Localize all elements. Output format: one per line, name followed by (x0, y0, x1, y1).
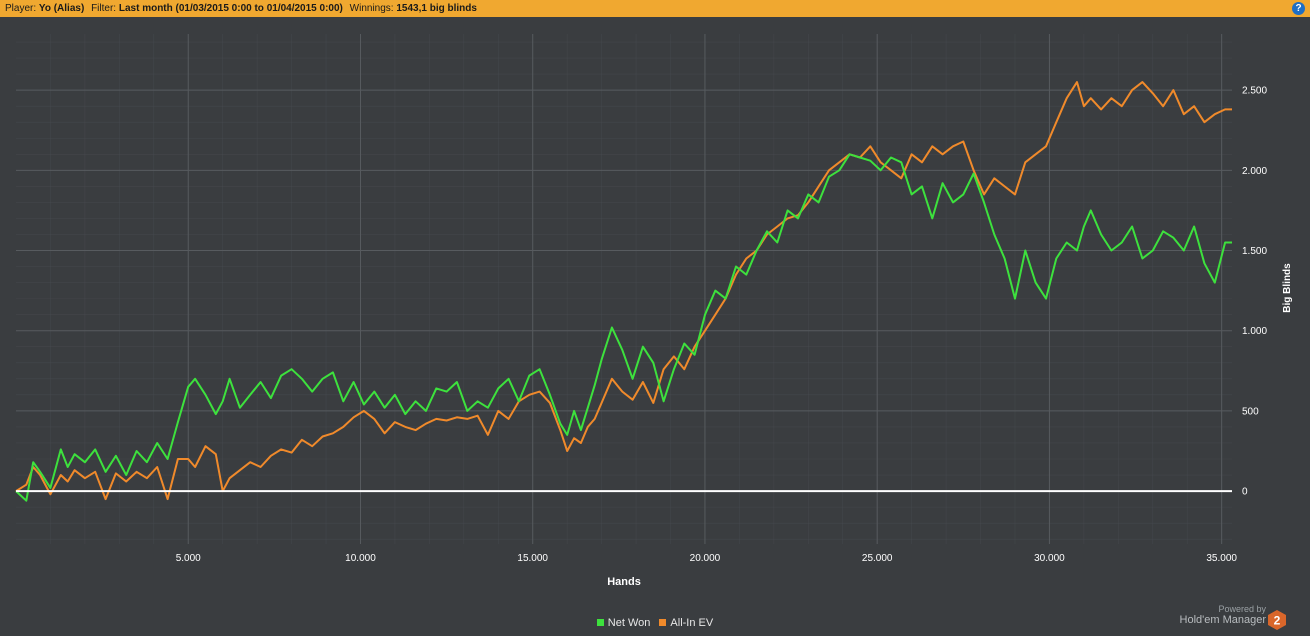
legend-swatch-net-won (596, 619, 604, 626)
y-tick-label: 2.000 (1242, 166, 1267, 177)
winnings-value: 1543,1 big blinds (396, 3, 477, 14)
x-axis-ticks: 5.000 10.000 15.000 20.000 25.000 30.000 35.00… (176, 553, 1238, 564)
legend-item-net-won[interactable]: Net Won (596, 617, 651, 629)
x-tick-label: 20.000 (690, 553, 721, 564)
y-tick-label: 1.000 (1242, 326, 1267, 337)
y-axis-label: Big Blinds (1282, 263, 1293, 313)
y-tick-label: 2.500 (1242, 86, 1267, 97)
legend-swatch-all-in-ev (659, 619, 667, 626)
y-tick-label: 0 (1242, 487, 1248, 498)
x-tick-label: 15.000 (517, 553, 548, 564)
x-tick-label: 25.000 (862, 553, 893, 564)
help-icon[interactable]: ? (1292, 2, 1305, 15)
x-tick-label: 10.000 (345, 553, 376, 564)
hem2-logo-icon: 2 (1268, 610, 1286, 630)
brand-name: Hold'em Manager (1179, 614, 1266, 626)
filter-label: Filter: (91, 3, 117, 14)
y-tick-label: 1.500 (1242, 246, 1267, 257)
major-grid (16, 34, 1232, 544)
x-tick-label: 5.000 (176, 553, 201, 564)
legend-label-net-won: Net Won (607, 617, 651, 629)
player-label: Player: (5, 3, 37, 14)
winnings-label: Winnings: (349, 3, 394, 14)
winnings-chart[interactable]: 5.000 10.000 15.000 20.000 25.000 30.000 35.00… (0, 17, 1310, 603)
x-tick-label: 30.000 (1034, 553, 1065, 564)
x-tick-label: 35.000 (1206, 553, 1237, 564)
filter-info-bar: Player: Yo (Alias) Filter: Last month (0… (0, 0, 1310, 17)
chart-legend: Net Won All-In EV (0, 617, 1310, 629)
badge-text: 2 (1274, 614, 1281, 628)
x-axis-label: Hands (607, 576, 641, 588)
filter-value: Last month (01/03/2015 0:00 to 01/04/201… (118, 3, 343, 14)
powered-by-branding: Powered by Hold'em Manager (1180, 604, 1266, 626)
y-axis-ticks: 0 500 1.000 1.500 2.000 2.500 (1242, 86, 1267, 498)
legend-item-all-in-ev[interactable]: All-In EV (659, 617, 713, 629)
legend-label-all-in-ev: All-In EV (670, 617, 714, 629)
player-value: Yo (Alias) (38, 3, 85, 14)
y-tick-label: 500 (1242, 406, 1259, 417)
